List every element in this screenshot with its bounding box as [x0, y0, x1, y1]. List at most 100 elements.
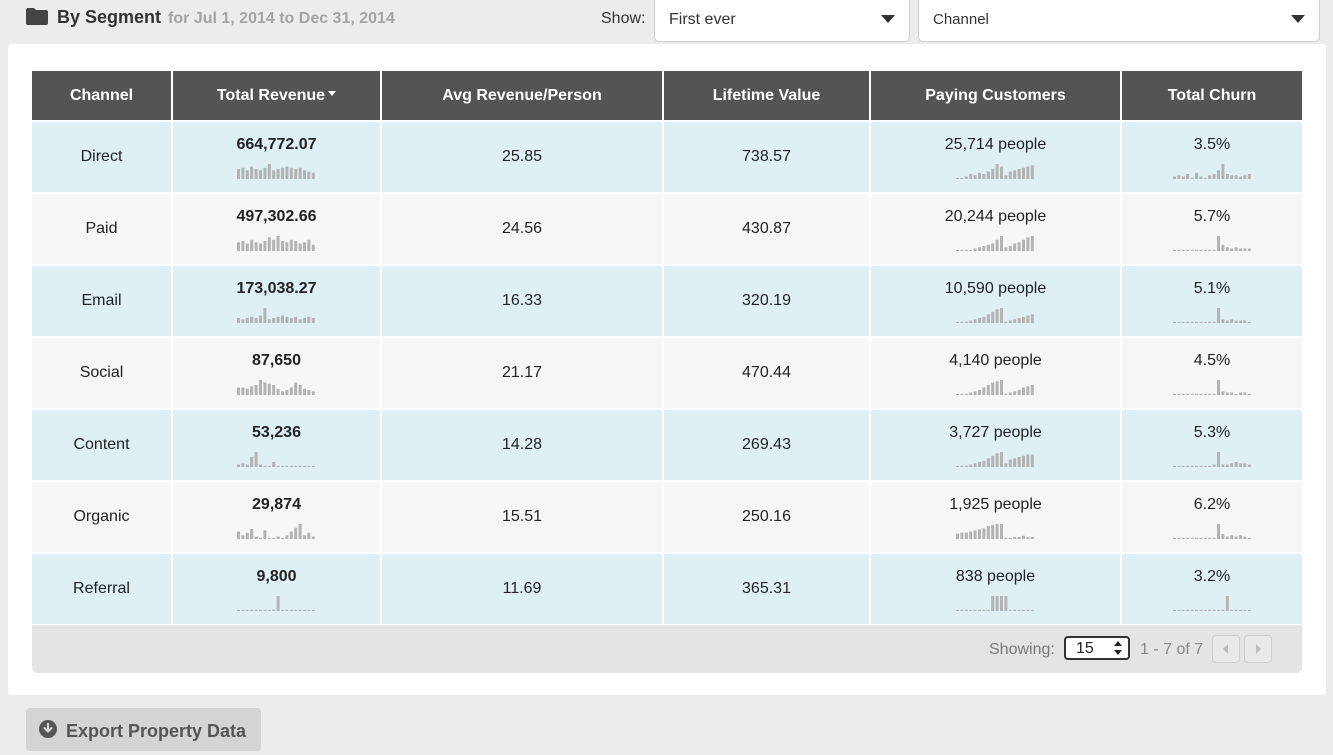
sparkline-bar [956, 465, 959, 467]
sparkline-bar [267, 609, 271, 611]
sparkline-bar [1190, 465, 1194, 467]
sparkline-bar [267, 319, 271, 323]
sparkline-bar [254, 169, 258, 179]
avg-revenue-cell-value: 24.56 [501, 220, 543, 237]
show-select[interactable]: First ever [654, 0, 910, 42]
show-select-value: First ever [669, 11, 736, 28]
lifetime-value-cell-value: 320.19 [742, 292, 791, 309]
sparkline-bar [1030, 236, 1034, 251]
sparkline-bar [307, 609, 311, 611]
paying-customers-cell-value: 20,244 people [944, 208, 1047, 225]
channel-cell-value: Direct [80, 148, 123, 165]
table-row[interactable]: Referral 9,800 11.69 365.31 838 people 3.2% [32, 552, 1302, 624]
table-header-row: Channel Total Revenue Avg Revenue/Person… [32, 71, 1302, 120]
sparkline-bar [237, 531, 240, 539]
sparkline-bar [1004, 393, 1008, 395]
avg-revenue-cell: 21.17 [382, 336, 664, 408]
sparkline-bar [1242, 320, 1246, 323]
sparkline-bar [1234, 247, 1238, 251]
column-header-total-revenue[interactable]: Total Revenue [173, 71, 382, 120]
export-property-data-button[interactable]: Export Property Data [26, 708, 261, 751]
group-by-select[interactable]: Channel [918, 0, 1320, 42]
sparkline-bar [311, 244, 315, 251]
sparkline-bar [1203, 249, 1207, 251]
sparkline-bar [1194, 249, 1198, 251]
total-churn-cell-value: 3.2% [1193, 568, 1231, 585]
sparkline-bar [259, 315, 262, 323]
channel-cell: Direct [32, 120, 173, 192]
total-churn-cell-value: 5.7% [1193, 208, 1231, 225]
column-header-avg-revenue[interactable]: Avg Revenue/Person [382, 71, 664, 120]
sparkline-bar [1013, 319, 1017, 323]
sparkline-bar [303, 465, 306, 467]
sparkline-bar [1247, 321, 1251, 323]
chevron-right-icon [1256, 644, 1261, 654]
sparkline-bar [298, 167, 302, 179]
channel-cell-value: Organic [73, 508, 130, 525]
sparkline-bar [991, 455, 995, 467]
total-churn-cell: 3.5% [1122, 120, 1302, 192]
sparkline-bar [1026, 315, 1030, 323]
sparkline-bar [307, 171, 311, 179]
sparkline-bar [1026, 166, 1030, 179]
column-header-total-churn[interactable]: Total Churn [1122, 71, 1302, 120]
total-churn-cell-value: 4.5% [1193, 352, 1231, 369]
total-revenue-cell: 53,236 [173, 408, 382, 480]
sparkline-bar [289, 387, 293, 395]
next-page-button[interactable] [1244, 635, 1272, 663]
column-header-paying-customers[interactable]: Paying Customers [871, 71, 1122, 120]
sparkline-bar [1212, 393, 1216, 395]
customers-sparkline [956, 164, 1034, 179]
table-row[interactable]: Organic 29,874 15.51 250.16 1,925 people 6.2% [32, 480, 1302, 552]
sparkline-bar [1207, 393, 1211, 395]
sparkline-bar [1000, 452, 1003, 467]
sparkline-bar [237, 169, 240, 179]
sparkline-bar [307, 465, 311, 467]
sparkline-bar [960, 609, 964, 611]
table-row[interactable]: Content 53,236 14.28 269.43 3,727 people 5.3% [32, 408, 1302, 480]
channel-cell-value: Email [81, 292, 122, 309]
avg-revenue-cell-value: 14.28 [501, 436, 543, 453]
sparkline-bar [1207, 609, 1211, 611]
total-churn-cell-value: 3.5% [1193, 136, 1231, 153]
table-row[interactable]: Paid 497,302.66 24.56 430.87 20,244 people 5.… [32, 192, 1302, 264]
column-header-lifetime-value[interactable]: Lifetime Value [664, 71, 871, 120]
customers-sparkline [956, 236, 1034, 251]
sparkline-bar [964, 249, 968, 251]
sparkline-bar [995, 381, 999, 395]
channel-cell-value: Social [79, 364, 124, 381]
sparkline-bar [1242, 175, 1246, 179]
table-row[interactable]: Direct 664,772.07 25.85 738.57 25,714 people… [32, 120, 1302, 192]
sparkline-bar [1229, 609, 1233, 611]
stepper-arrows-icon [1114, 641, 1122, 655]
sparkline-bar [1194, 609, 1198, 611]
sparkline-bar [1190, 393, 1194, 395]
sparkline-bar [1013, 609, 1017, 611]
sparkline-bar [1216, 452, 1220, 467]
sparkline-bar [289, 239, 293, 251]
sparkline-bar [973, 609, 977, 611]
sparkline-bar [263, 609, 267, 611]
previous-page-button[interactable] [1212, 635, 1240, 663]
sparkline-bar [1229, 463, 1233, 467]
per-page-select[interactable]: 15 [1064, 636, 1130, 660]
total-churn-cell: 5.3% [1122, 408, 1302, 480]
sparkline-bar [298, 465, 302, 467]
sparkline-bar [1176, 537, 1180, 539]
avg-revenue-cell-value: 25.85 [501, 148, 543, 165]
table-row[interactable]: Email 173,038.27 16.33 320.19 10,590 people 5… [32, 264, 1302, 336]
total-churn-cell: 5.7% [1122, 192, 1302, 264]
sparkline-bar [294, 527, 298, 539]
sparkline-bar [982, 174, 986, 179]
sparkline-bar [1220, 164, 1224, 179]
lifetime-value-cell-value: 250.16 [742, 508, 791, 525]
column-header-channel[interactable]: Channel [32, 71, 173, 120]
paying-customers-cell-value: 3,727 people [949, 424, 1042, 441]
caret-down-icon [881, 15, 895, 23]
sparkline-bar [1172, 249, 1176, 251]
sparkline-bar [964, 609, 968, 611]
churn-sparkline [1172, 236, 1251, 251]
sparkline-bar [1185, 393, 1189, 395]
sparkline-bar [973, 530, 977, 539]
table-row[interactable]: Social 87,650 21.17 470.44 4,140 people 4.5% [32, 336, 1302, 408]
